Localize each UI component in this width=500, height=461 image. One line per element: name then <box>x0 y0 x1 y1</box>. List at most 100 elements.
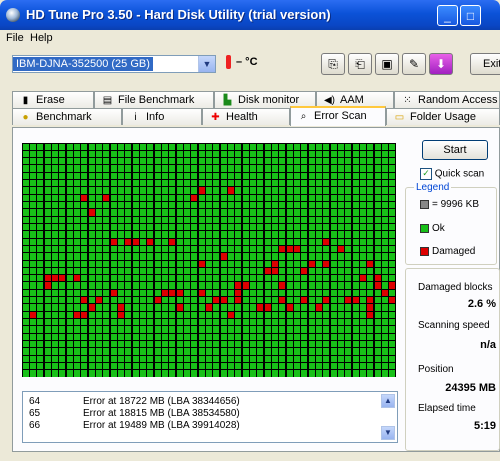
ok-block <box>345 187 352 194</box>
ok-block <box>279 165 286 172</box>
tab-erase[interactable]: ▮ Erase <box>12 91 94 108</box>
ok-block <box>381 165 389 172</box>
ok-block <box>176 282 183 289</box>
copy-button[interactable]: ⎘ <box>321 53 345 75</box>
ok-block <box>389 340 396 348</box>
ok-block <box>22 245 29 253</box>
ok-block <box>330 297 337 304</box>
ok-block <box>191 187 198 194</box>
ok-block <box>271 187 279 194</box>
ok-block <box>132 319 139 326</box>
ok-block <box>205 158 213 165</box>
ok-block <box>110 304 117 311</box>
damaged-block <box>323 297 330 304</box>
ok-block <box>257 282 264 289</box>
tab-health[interactable]: ✚ Health <box>202 108 290 125</box>
ok-block <box>191 158 198 165</box>
ok-block <box>139 209 147 216</box>
ok-block <box>169 311 176 318</box>
ok-block <box>205 275 213 282</box>
ok-block <box>381 143 389 150</box>
ok-block <box>389 260 396 267</box>
ok-block <box>37 362 44 370</box>
ok-block <box>154 362 161 370</box>
ok-block <box>205 216 213 223</box>
title-bar[interactable]: HD Tune Pro 3.50 - Hard Disk Utility (tr… <box>0 0 500 30</box>
ok-block <box>323 275 330 282</box>
copy-all-button[interactable]: ⎗ <box>348 53 372 75</box>
ok-block <box>154 289 161 297</box>
damaged-block <box>117 311 125 318</box>
ok-block <box>95 231 103 238</box>
ok-block <box>22 326 29 333</box>
ok-block <box>161 165 169 172</box>
tab-file-benchmark[interactable]: ▤ File Benchmark <box>94 91 214 108</box>
ok-block <box>286 348 293 355</box>
ok-block <box>213 370 220 377</box>
exit-button[interactable]: Exit <box>470 53 500 75</box>
ok-block <box>81 326 88 333</box>
ok-block <box>183 150 191 158</box>
ok-block <box>359 333 367 340</box>
ok-block <box>125 172 132 180</box>
tab-error-scan[interactable]: ⌕ Error Scan <box>290 106 386 126</box>
ok-block <box>242 348 249 355</box>
damaged-block <box>81 311 88 318</box>
ok-block <box>308 165 315 172</box>
ok-block <box>286 172 293 180</box>
ok-block <box>125 231 132 238</box>
drive-select[interactable]: IBM-DJNA-352500 (25 GB) ▼ <box>12 55 216 73</box>
minimize-button[interactable]: _ <box>437 5 458 26</box>
ok-block <box>213 326 220 333</box>
menu-help[interactable]: Help <box>30 32 53 44</box>
tab-random-access[interactable]: ⁙ Random Access <box>394 91 500 108</box>
ok-block <box>22 143 29 150</box>
menu-file[interactable]: File <box>6 32 24 44</box>
ok-block <box>110 216 117 223</box>
ok-block <box>249 340 257 348</box>
save-button[interactable]: ▣ <box>375 53 399 75</box>
ok-block <box>381 282 389 289</box>
ok-block <box>73 231 81 238</box>
ok-block <box>73 245 81 253</box>
ok-block <box>315 355 323 362</box>
ok-block <box>161 370 169 377</box>
ok-block <box>359 150 367 158</box>
ok-block <box>301 158 308 165</box>
ok-block <box>59 143 66 150</box>
ok-block <box>110 260 117 267</box>
chevron-down-icon[interactable]: ▼ <box>198 56 215 72</box>
ok-block <box>81 158 88 165</box>
tab-benchmark[interactable]: ● Benchmark <box>12 108 122 125</box>
ok-block <box>191 326 198 333</box>
ok-block <box>337 253 345 260</box>
ok-block <box>359 245 367 253</box>
ok-block <box>286 253 293 260</box>
ok-block <box>169 172 176 180</box>
maximize-button[interactable]: □ <box>460 5 481 26</box>
ok-block <box>176 150 183 158</box>
ok-block <box>125 289 132 297</box>
ok-block <box>154 158 161 165</box>
scroll-up-button[interactable]: ▲ <box>381 394 395 408</box>
ok-block <box>389 245 396 253</box>
ok-block <box>389 202 396 209</box>
ok-block <box>183 194 191 201</box>
ok-block <box>161 158 169 165</box>
download-button[interactable]: ⬇ <box>429 53 453 75</box>
ok-block <box>205 297 213 304</box>
ok-block <box>191 370 198 377</box>
options-button[interactable]: ✎ <box>402 53 426 75</box>
ok-block <box>44 355 51 362</box>
ok-block <box>37 348 44 355</box>
quick-scan-checkbox[interactable]: ✓ Quick scan <box>420 168 484 180</box>
ok-block <box>389 253 396 260</box>
ok-block <box>183 289 191 297</box>
ok-block <box>51 326 59 333</box>
tab-folder-usage[interactable]: ▭ Folder Usage <box>386 108 500 125</box>
start-button[interactable]: Start <box>422 140 488 160</box>
tab-info[interactable]: i Info <box>122 108 202 125</box>
ok-block <box>213 172 220 180</box>
scroll-down-button[interactable]: ▼ <box>381 426 395 440</box>
ok-block <box>213 319 220 326</box>
